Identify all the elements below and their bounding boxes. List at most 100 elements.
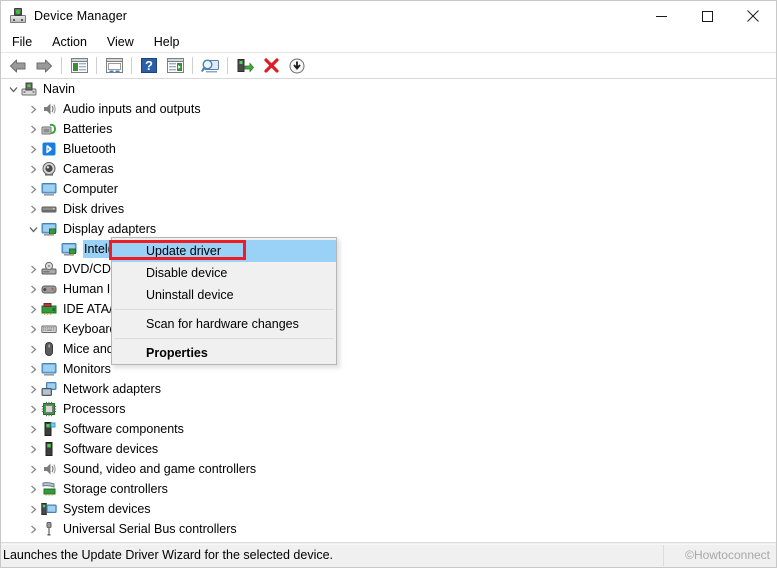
chevron-right-icon[interactable] — [25, 381, 41, 397]
chevron-right-icon[interactable] — [25, 141, 41, 157]
chevron-right-icon[interactable] — [25, 101, 41, 117]
tree-label: Cameras — [63, 162, 114, 176]
tree-label: Navin — [43, 82, 75, 96]
bluetooth-icon — [41, 141, 57, 157]
disable-device-button[interactable] — [286, 55, 308, 77]
close-button[interactable] — [730, 1, 776, 31]
tree-item-computer[interactable]: Computer — [1, 179, 776, 199]
disk-drive-icon — [41, 201, 57, 217]
processor-icon — [41, 401, 57, 417]
chevron-right-icon[interactable] — [25, 461, 41, 477]
tree-label: Sound, video and game controllers — [63, 462, 257, 476]
chevron-right-icon[interactable] — [25, 281, 41, 297]
action-pane-button[interactable] — [164, 55, 186, 77]
chevron-right-icon[interactable] — [25, 441, 41, 457]
update-driver-button[interactable] — [234, 55, 256, 77]
toolbar-separator — [131, 57, 132, 74]
tree-item-disk-drives[interactable]: Disk drives — [1, 199, 776, 219]
window-title: Device Manager — [34, 9, 128, 23]
menu-help[interactable]: Help — [145, 32, 189, 52]
context-menu-separator — [114, 338, 334, 339]
storage-controller-icon — [41, 481, 57, 497]
uninstall-device-button[interactable] — [260, 55, 282, 77]
chevron-right-icon[interactable] — [25, 121, 41, 137]
tree-label: Storage controllers — [63, 482, 168, 496]
tree-item-software-devices[interactable]: Software devices — [1, 439, 776, 459]
scan-hardware-button[interactable] — [199, 55, 221, 77]
battery-icon — [41, 121, 57, 137]
monitor-icon — [41, 361, 57, 377]
tree-label: Bluetooth — [63, 142, 116, 156]
tree-item-batteries[interactable]: Batteries — [1, 119, 776, 139]
tree-item-storage-controllers[interactable]: Storage controllers — [1, 479, 776, 499]
chevron-right-icon[interactable] — [25, 401, 41, 417]
speaker-icon — [41, 101, 57, 117]
chevron-right-icon[interactable] — [25, 361, 41, 377]
chevron-down-icon[interactable] — [5, 81, 21, 97]
device-manager-icon — [10, 8, 26, 24]
tree-item-cameras[interactable]: Cameras — [1, 159, 776, 179]
title-bar: Device Manager — [1, 1, 776, 31]
chevron-right-icon[interactable] — [25, 201, 41, 217]
tree-label: Batteries — [63, 122, 113, 136]
system-device-icon — [41, 501, 57, 517]
chevron-right-icon[interactable] — [25, 261, 41, 277]
chevron-right-icon[interactable] — [25, 521, 41, 537]
chevron-right-icon[interactable] — [25, 321, 41, 337]
tree-item-bluetooth[interactable]: Bluetooth — [1, 139, 776, 159]
chevron-right-icon[interactable] — [25, 341, 41, 357]
tree-label: Software components — [63, 422, 184, 436]
chevron-down-icon[interactable] — [25, 221, 41, 237]
tree-label: Display adapters — [63, 222, 157, 236]
tree-label: System devices — [63, 502, 151, 516]
tree-item-universal-serial-bus-controllers[interactable]: Universal Serial Bus controllers — [1, 519, 776, 539]
context-menu-item-update-driver[interactable]: Update driver — [112, 240, 336, 262]
chevron-right-icon[interactable] — [25, 181, 41, 197]
context-menu[interactable]: Update driver Disable device Uninstall d… — [111, 237, 337, 365]
tree-item-system-devices[interactable]: System devices — [1, 499, 776, 519]
toolbar-separator — [227, 57, 228, 74]
forward-button[interactable] — [33, 55, 55, 77]
tree-item-audio-inputs-and-outputs[interactable]: Audio inputs and outputs — [1, 99, 776, 119]
mouse-icon — [41, 341, 57, 357]
status-bar-divider — [663, 545, 664, 566]
chevron-right-icon[interactable] — [25, 481, 41, 497]
chevron-right-icon[interactable] — [25, 301, 41, 317]
menu-view[interactable]: View — [98, 32, 143, 52]
minimize-button[interactable] — [638, 1, 684, 31]
tree-label: Computer — [63, 182, 118, 196]
menu-action[interactable]: Action — [43, 32, 96, 52]
computer-root-icon — [21, 81, 37, 97]
window-controls — [638, 1, 776, 31]
keyboard-icon — [41, 321, 57, 337]
back-button[interactable] — [7, 55, 29, 77]
tree-label: Universal Serial Bus controllers — [63, 522, 237, 536]
context-menu-item-disable-device[interactable]: Disable device — [112, 262, 336, 284]
maximize-button[interactable] — [684, 1, 730, 31]
context-menu-item-uninstall-device[interactable]: Uninstall device — [112, 284, 336, 306]
status-bar: Launches the Update Driver Wizard for th… — [1, 542, 776, 567]
properties-button[interactable] — [103, 55, 125, 77]
menu-bar: File Action View Help — [1, 31, 776, 53]
console-tree-button[interactable] — [68, 55, 90, 77]
context-menu-item-scan-for-hardware-changes[interactable]: Scan for hardware changes — [112, 313, 336, 335]
tree-label: Software devices — [63, 442, 159, 456]
context-menu-item-properties[interactable]: Properties — [112, 342, 336, 364]
tree-item-software-components[interactable]: Software components — [1, 419, 776, 439]
tree-item-network-adapters[interactable]: Network adapters — [1, 379, 776, 399]
tree-item-sound-video-and-game-controllers[interactable]: Sound, video and game controllers — [1, 459, 776, 479]
display-adapter-icon — [61, 241, 77, 257]
tree-root-navin[interactable]: Navin — [1, 79, 776, 99]
chevron-right-icon[interactable] — [25, 161, 41, 177]
menu-file[interactable]: File — [3, 32, 41, 52]
tree-item-display-adapters[interactable]: Display adapters — [1, 219, 776, 239]
help-button[interactable]: ? — [138, 55, 160, 77]
chevron-right-icon[interactable] — [25, 501, 41, 517]
toolbar: ? — [1, 53, 776, 79]
camera-icon — [41, 161, 57, 177]
tree-item-processors[interactable]: Processors — [1, 399, 776, 419]
toolbar-separator — [192, 57, 193, 74]
software-component-icon — [41, 421, 57, 437]
chevron-right-icon[interactable] — [25, 421, 41, 437]
tree-label: Network adapters — [63, 382, 161, 396]
